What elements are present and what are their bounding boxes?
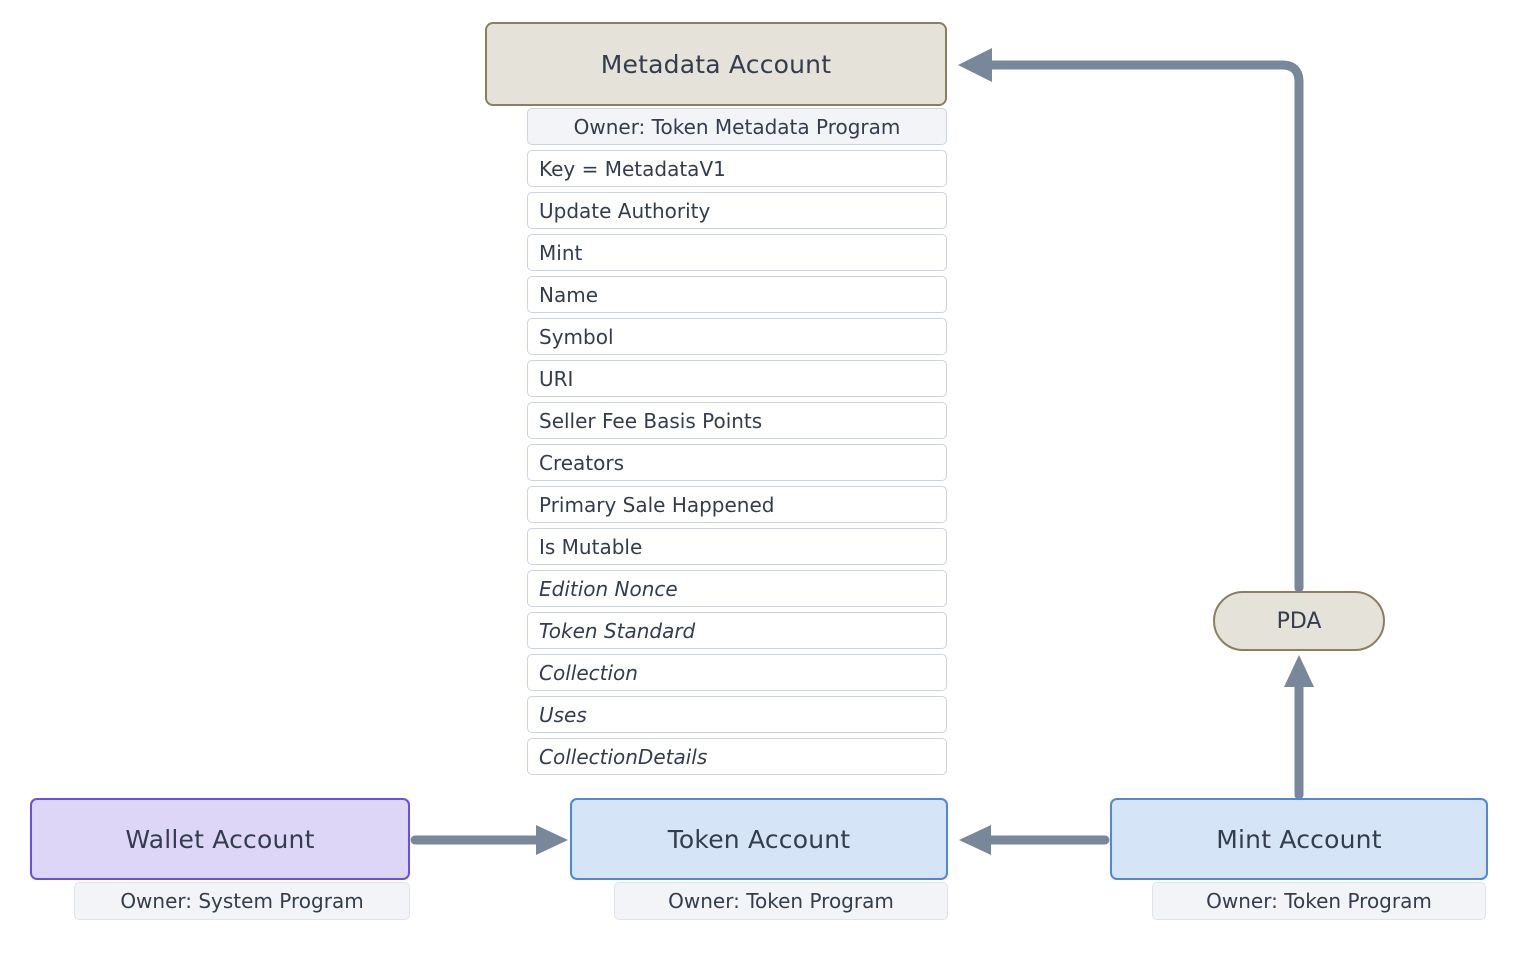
metadata-field-label: Seller Fee Basis Points bbox=[539, 408, 763, 433]
metadata-field-row: Mint bbox=[527, 234, 947, 271]
wallet-account-owner-label: Owner: System Program bbox=[120, 889, 364, 913]
metadata-field-row: Seller Fee Basis Points bbox=[527, 402, 947, 439]
mint-account-owner-label: Owner: Token Program bbox=[1206, 889, 1432, 913]
metadata-field-row: Primary Sale Happened bbox=[527, 486, 947, 523]
metadata-field-list: Owner: Token Metadata Program Key = Meta… bbox=[527, 108, 947, 775]
metadata-field-row: Key = MetadataV1 bbox=[527, 150, 947, 187]
metadata-field-row: Update Authority bbox=[527, 192, 947, 229]
mint-account-box: Mint Account bbox=[1110, 798, 1488, 880]
metadata-field-label: Is Mutable bbox=[539, 534, 643, 559]
token-account-box: Token Account bbox=[570, 798, 948, 880]
metadata-field-label: Uses bbox=[539, 702, 587, 727]
pda-label: PDA bbox=[1276, 608, 1322, 634]
metadata-field-label: Primary Sale Happened bbox=[539, 492, 775, 517]
metadata-field-label: Creators bbox=[539, 450, 625, 475]
mint-account-title: Mint Account bbox=[1216, 824, 1382, 854]
mint-account-owner: Owner: Token Program bbox=[1152, 882, 1486, 920]
metadata-owner-label: Owner: Token Metadata Program bbox=[573, 114, 901, 139]
metadata-field-row: Edition Nonce bbox=[527, 570, 947, 607]
metadata-account-title: Metadata Account bbox=[600, 49, 832, 79]
edge-mint-to-token bbox=[959, 825, 1110, 855]
metadata-field-row: Name bbox=[527, 276, 947, 313]
wallet-account-owner: Owner: System Program bbox=[74, 882, 410, 920]
metadata-field-row: URI bbox=[527, 360, 947, 397]
metadata-field-label: Edition Nonce bbox=[539, 576, 678, 601]
metadata-field-label: Collection bbox=[539, 660, 638, 685]
metadata-field-label: Name bbox=[539, 282, 599, 307]
metadata-field-row: Symbol bbox=[527, 318, 947, 355]
token-account-group: Token Account Owner: Token Program bbox=[570, 798, 948, 920]
metadata-field-row: Collection bbox=[527, 654, 947, 691]
metadata-account-group: Metadata Account Owner: Token Metadata P… bbox=[485, 22, 947, 775]
metadata-field-label: Mint bbox=[539, 240, 583, 265]
metadata-field-label: Key = MetadataV1 bbox=[539, 156, 726, 181]
token-account-owner-label: Owner: Token Program bbox=[668, 889, 894, 913]
wallet-account-box: Wallet Account bbox=[30, 798, 410, 880]
token-account-owner: Owner: Token Program bbox=[614, 882, 948, 920]
metadata-field-row: Is Mutable bbox=[527, 528, 947, 565]
token-account-title: Token Account bbox=[667, 824, 851, 854]
metadata-field-row: Uses bbox=[527, 696, 947, 733]
diagram-canvas: Metadata Account Owner: Token Metadata P… bbox=[0, 0, 1518, 956]
edge-mint-to-pda bbox=[1284, 655, 1314, 800]
metadata-account-header: Metadata Account bbox=[485, 22, 947, 106]
pda-node: PDA bbox=[1213, 591, 1385, 651]
metadata-field-label: Symbol bbox=[539, 324, 614, 349]
metadata-field-label: Update Authority bbox=[539, 198, 711, 223]
metadata-field-row: Token Standard bbox=[527, 612, 947, 649]
mint-account-group: Mint Account Owner: Token Program bbox=[1110, 798, 1488, 920]
edge-wallet-to-token bbox=[410, 825, 568, 855]
edge-pda-to-metadata bbox=[958, 48, 1304, 593]
wallet-account-group: Wallet Account Owner: System Program bbox=[30, 798, 410, 920]
metadata-field-label: CollectionDetails bbox=[539, 744, 708, 769]
metadata-field-label: Token Standard bbox=[539, 618, 696, 643]
metadata-owner-row: Owner: Token Metadata Program bbox=[527, 108, 947, 145]
metadata-field-row: CollectionDetails bbox=[527, 738, 947, 775]
wallet-account-title: Wallet Account bbox=[125, 824, 315, 854]
metadata-field-label: URI bbox=[539, 366, 574, 391]
metadata-field-row: Creators bbox=[527, 444, 947, 481]
